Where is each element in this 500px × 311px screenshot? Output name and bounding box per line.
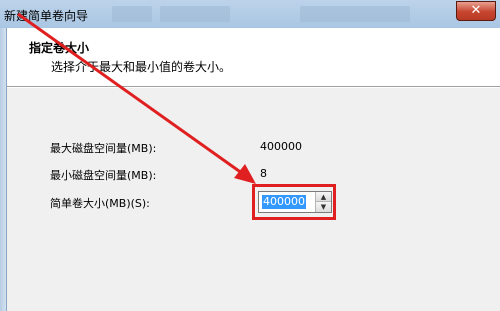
blurred-background xyxy=(160,6,230,22)
blurred-background xyxy=(112,6,152,22)
annotation-highlight-box xyxy=(252,184,336,220)
page-subtitle: 选择介于最大和最小值的卷大小。 xyxy=(51,60,232,74)
wizard-header: 指定卷大小 选择介于最大和最小值的卷大小。 xyxy=(7,28,500,86)
max-space-label: 最大磁盘空间量(MB): xyxy=(50,142,157,155)
min-space-value: 8 xyxy=(260,167,267,180)
blurred-background xyxy=(300,6,410,22)
title-bar: 新建简单卷向导 ✕ xyxy=(0,0,500,28)
close-icon: ✕ xyxy=(470,3,482,18)
page-title: 指定卷大小 xyxy=(29,41,90,55)
window-frame xyxy=(0,28,7,311)
min-space-label: 最小磁盘空间量(MB): xyxy=(50,169,157,182)
volume-size-label: 简单卷大小(MB)(S): xyxy=(50,197,150,210)
window-title: 新建简单卷向导 xyxy=(4,9,89,23)
close-button[interactable]: ✕ xyxy=(456,1,496,21)
max-space-value: 400000 xyxy=(260,140,302,153)
